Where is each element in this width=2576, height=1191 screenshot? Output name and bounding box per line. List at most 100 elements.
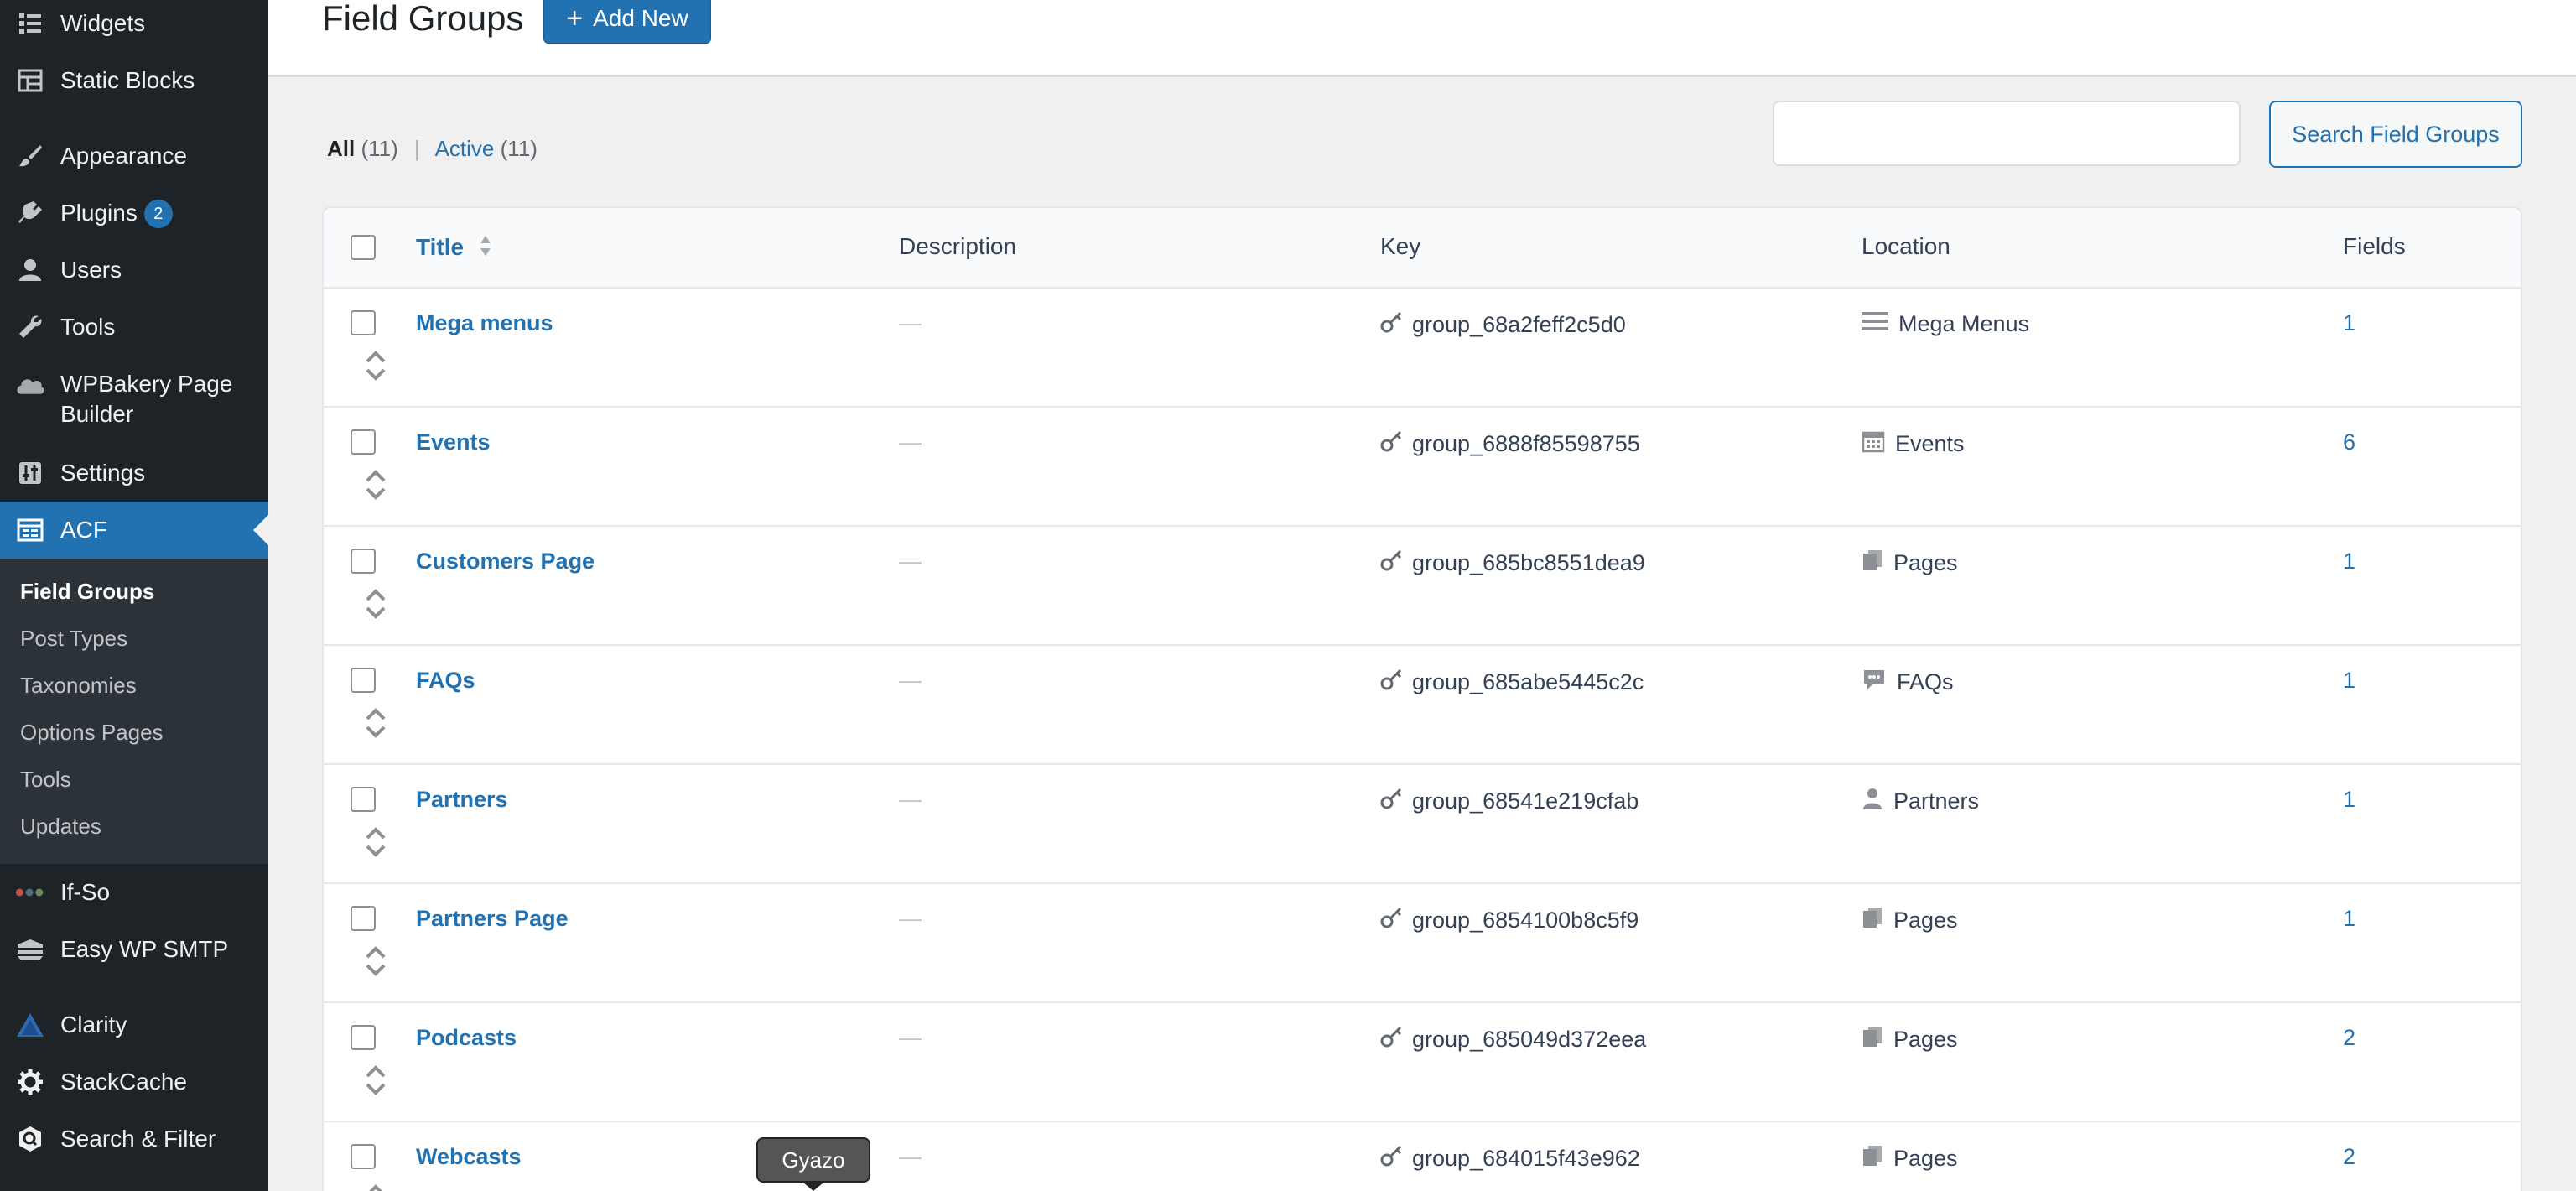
add-new-button[interactable]: + Add New: [543, 0, 711, 44]
field-group-key: group_6854100b8c5f9: [1380, 906, 1639, 935]
table-row: Customers Page — group_685bc8551dea9 Pages 1: [324, 527, 2521, 646]
sidebar-item-static-blocks[interactable]: Static Blocks: [0, 64, 268, 97]
pages-icon: [1862, 906, 1883, 935]
sidebar-item-label: Plugins 2: [60, 198, 173, 229]
field-count-link[interactable]: 6: [2343, 429, 2355, 455]
drag-handle-icon[interactable]: [364, 349, 387, 382]
key-icon: [1380, 1144, 1404, 1173]
filter-all[interactable]: All: [327, 136, 355, 161]
field-group-description: —: [899, 668, 922, 693]
widgets-icon: [15, 8, 45, 39]
submenu-options-pages[interactable]: Options Pages: [20, 720, 164, 746]
table-row: Webcasts — group_684015f43e962 Pages 2: [324, 1122, 2521, 1191]
submenu-taxonomies[interactable]: Taxonomies: [20, 673, 137, 699]
drag-handle-icon[interactable]: [364, 706, 387, 740]
field-count-link[interactable]: 1: [2343, 787, 2355, 813]
field-count-link[interactable]: 2: [2343, 1025, 2355, 1051]
page-header: Field Groups + Add New: [268, 0, 2576, 77]
sidebar-item-users[interactable]: Users: [0, 253, 268, 287]
pages-icon: [1862, 1025, 1883, 1054]
column-title[interactable]: Title: [416, 233, 492, 264]
column-description: Description: [899, 233, 1017, 259]
drag-handle-icon[interactable]: [364, 1064, 387, 1097]
clarity-icon: [15, 1010, 45, 1040]
drag-handle-icon[interactable]: [364, 587, 387, 621]
sidebar-item-settings[interactable]: Settings: [0, 456, 268, 490]
drag-handle-icon[interactable]: [364, 825, 387, 859]
search-input[interactable]: [1773, 101, 2241, 166]
filter-active[interactable]: Active: [435, 136, 495, 161]
mail-icon: [15, 934, 45, 965]
key-icon: [1380, 549, 1404, 578]
row-checkbox[interactable]: [351, 1025, 376, 1050]
field-count-link[interactable]: 1: [2343, 906, 2355, 932]
search-filter-icon: [15, 1124, 45, 1154]
row-checkbox[interactable]: [351, 668, 376, 693]
field-group-title-link[interactable]: Mega menus: [416, 310, 553, 336]
field-group-title-link[interactable]: Events: [416, 429, 491, 455]
field-group-key: group_68541e219cfab: [1380, 787, 1639, 816]
sidebar-item-if-so[interactable]: If-So: [0, 876, 268, 909]
sidebar-item-stackcache[interactable]: StackCache: [0, 1065, 268, 1099]
sidebar-item-label: WPBakery Page Builder: [60, 371, 233, 427]
sidebar-item-label: Users: [60, 257, 122, 283]
plugins-update-badge: 2: [143, 200, 173, 229]
row-checkbox[interactable]: [351, 429, 376, 455]
field-count-link[interactable]: 1: [2343, 549, 2355, 575]
calendar-icon: [1862, 429, 1885, 459]
field-group-title-link[interactable]: Customers Page: [416, 549, 595, 575]
sidebar-item-clarity[interactable]: Clarity: [0, 1008, 268, 1042]
column-key: Key: [1380, 233, 1421, 259]
row-checkbox[interactable]: [351, 787, 376, 812]
sidebar-item-search-filter[interactable]: Search & Filter: [0, 1122, 268, 1156]
plus-icon: +: [566, 3, 584, 34]
row-checkbox[interactable]: [351, 1144, 376, 1169]
field-group-title-link[interactable]: Podcasts: [416, 1025, 517, 1051]
row-checkbox[interactable]: [351, 310, 376, 335]
user-icon: [15, 255, 45, 285]
submenu-post-types[interactable]: Post Types: [20, 626, 127, 652]
field-group-title-link[interactable]: FAQs: [416, 668, 475, 694]
field-count-link[interactable]: 1: [2343, 310, 2355, 336]
sidebar-item-tools[interactable]: Tools: [0, 310, 268, 344]
sidebar-item-widgets[interactable]: Widgets: [0, 7, 268, 40]
sidebar-item-wpbakery[interactable]: WPBakery Page Builder: [0, 369, 268, 433]
drag-handle-icon[interactable]: [364, 1183, 387, 1191]
table-header: Title Description Key Location Fields: [324, 208, 2521, 289]
field-group-title-link[interactable]: Webcasts: [416, 1144, 522, 1170]
submenu-tools[interactable]: Tools: [20, 767, 71, 793]
field-group-title-link[interactable]: Partners: [416, 787, 508, 813]
row-checkbox[interactable]: [351, 549, 376, 574]
brush-icon: [15, 141, 45, 171]
field-group-location: Pages: [1862, 549, 1958, 578]
field-groups-table: Title Description Key Location Fields Me…: [322, 206, 2522, 1191]
sidebar-item-label: Static Blocks: [60, 67, 195, 93]
field-group-title-link[interactable]: Partners Page: [416, 906, 569, 932]
sidebar-item-label: If-So: [60, 879, 111, 905]
search-field-groups-button[interactable]: Search Field Groups: [2269, 101, 2522, 168]
sidebar-item-label: ACF: [60, 517, 107, 543]
table-row: Partners Page — group_6854100b8c5f9 Pages 1: [324, 884, 2521, 1003]
field-count-link[interactable]: 1: [2343, 668, 2355, 694]
row-checkbox[interactable]: [351, 906, 376, 931]
settings-icon: [15, 458, 45, 488]
sidebar-item-acf[interactable]: ACF: [0, 513, 268, 547]
drag-handle-icon[interactable]: [364, 468, 387, 502]
sidebar-item-label: Search & Filter: [60, 1126, 216, 1152]
key-icon: [1380, 429, 1404, 459]
sidebar-item-plugins[interactable]: Plugins 2: [0, 196, 268, 230]
submenu-field-groups[interactable]: Field Groups: [20, 579, 154, 605]
acf-submenu: Field Groups Post Types Taxonomies Optio…: [0, 559, 268, 864]
field-group-key: group_685abe5445c2c: [1380, 668, 1644, 697]
sidebar-item-label: Easy WP SMTP: [60, 936, 229, 962]
field-count-link[interactable]: 2: [2343, 1144, 2355, 1170]
submenu-updates[interactable]: Updates: [20, 814, 101, 840]
pages-icon: [1862, 1144, 1883, 1173]
sidebar-item-appearance[interactable]: Appearance: [0, 139, 268, 173]
drag-handle-icon[interactable]: [364, 944, 387, 978]
wrench-icon: [15, 312, 45, 342]
select-all-checkbox[interactable]: [351, 235, 376, 260]
sidebar-item-easy-wp-smtp[interactable]: Easy WP SMTP: [0, 933, 268, 966]
sidebar-item-label: Tools: [60, 314, 116, 340]
plugin-icon: [15, 198, 45, 228]
